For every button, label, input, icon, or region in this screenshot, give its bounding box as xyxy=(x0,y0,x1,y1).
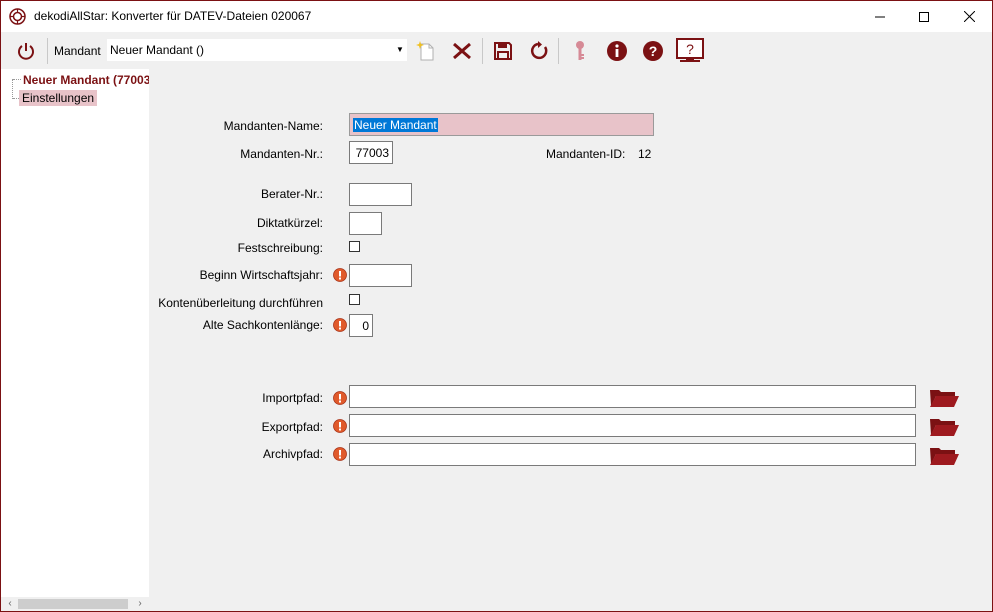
remote-support-icon: ? xyxy=(676,38,704,62)
toolbar-separator xyxy=(558,38,559,64)
sachkontenlaenge-input[interactable]: 0 xyxy=(349,314,373,337)
mandanten-id-value: 12 xyxy=(638,147,652,161)
delete-button[interactable] xyxy=(448,37,476,65)
save-icon xyxy=(494,42,512,60)
mandant-select[interactable]: Neuer Mandant () ▼ xyxy=(107,39,407,61)
key-icon xyxy=(576,41,584,60)
mandant-label: Mandant xyxy=(54,44,101,58)
warning-icon xyxy=(333,268,347,282)
mandanten-name-input[interactable]: Neuer Mandant xyxy=(349,113,654,136)
app-logo-icon xyxy=(9,8,26,25)
tree-node-einstellungen[interactable]: Einstellungen xyxy=(19,90,98,106)
maximize-icon xyxy=(919,11,929,22)
mandanten-nr-label: Mandanten-Nr.: xyxy=(240,147,323,161)
folder-open-icon[interactable] xyxy=(929,386,959,408)
info-icon xyxy=(607,41,627,61)
archivpfad-label: Archivpfad: xyxy=(262,447,323,461)
beginn-wirtschaftsjahr-label: Beginn Wirtschaftsjahr: xyxy=(199,268,323,282)
close-icon xyxy=(963,11,975,22)
delete-icon xyxy=(453,42,471,60)
remote-support-button[interactable]: ? xyxy=(674,37,706,65)
dropdown-arrow-icon[interactable]: ▼ xyxy=(395,45,405,55)
sachkontenlaenge-label: Alte Sachkontenlänge: xyxy=(202,318,323,332)
archivpfad-input[interactable] xyxy=(349,443,916,466)
new-mandant-button[interactable] xyxy=(412,37,440,65)
scrollbar-thumb[interactable] xyxy=(18,599,128,609)
refresh-button[interactable] xyxy=(526,37,554,65)
mandant-tree: Neuer Mandant (77003) Einstellungen ‹ › xyxy=(1,69,149,611)
license-key-button[interactable] xyxy=(566,37,594,65)
info-button[interactable] xyxy=(603,37,631,65)
mandant-select-value: Neuer Mandant () xyxy=(110,43,205,57)
refresh-icon xyxy=(530,41,548,60)
warning-icon xyxy=(333,318,347,332)
mandanten-name-label: Mandanten-Name: xyxy=(223,119,323,133)
kontenueberleitung-label: Kontenüberleitung durchführen xyxy=(158,296,323,310)
toolbar-separator xyxy=(47,38,48,64)
window-title: dekodiAllStar: Konverter für DATEV-Datei… xyxy=(34,9,312,23)
tree-connector xyxy=(12,79,13,99)
berater-nr-input[interactable] xyxy=(349,183,412,206)
berater-nr-label: Berater-Nr.: xyxy=(260,187,323,201)
mandanten-name-value: Neuer Mandant xyxy=(353,118,438,132)
mandanten-id-label: Mandanten-ID: xyxy=(546,147,626,161)
svg-text:?: ? xyxy=(649,43,658,59)
scroll-right-icon[interactable]: › xyxy=(133,597,147,611)
app-window: dekodiAllStar: Konverter für DATEV-Datei… xyxy=(0,0,993,612)
exportpfad-label: Exportpfad: xyxy=(261,420,323,434)
diktatkuerzel-input[interactable] xyxy=(349,212,382,235)
beginn-wirtschaftsjahr-input[interactable] xyxy=(349,264,412,287)
tree-horizontal-scrollbar[interactable]: ‹ › xyxy=(1,597,149,611)
festschreibung-checkbox[interactable] xyxy=(349,241,360,252)
power-button[interactable] xyxy=(12,37,40,65)
warning-icon xyxy=(333,419,347,433)
warning-icon xyxy=(333,391,347,405)
exportpfad-input[interactable] xyxy=(349,414,916,437)
mandanten-nr-input[interactable]: 77003 xyxy=(349,141,393,164)
scroll-left-icon[interactable]: ‹ xyxy=(3,597,17,611)
title-bar: dekodiAllStar: Konverter für DATEV-Datei… xyxy=(1,1,992,32)
folder-open-icon[interactable] xyxy=(929,415,959,437)
close-button[interactable] xyxy=(946,1,992,32)
help-button[interactable]: ? xyxy=(639,37,667,65)
minimize-button[interactable] xyxy=(857,1,903,32)
tree-node-mandant[interactable]: Neuer Mandant (77003) xyxy=(23,73,149,87)
minimize-icon xyxy=(875,16,885,17)
help-icon: ? xyxy=(643,41,663,61)
new-document-icon xyxy=(416,41,434,61)
folder-open-icon[interactable] xyxy=(929,444,959,466)
power-icon xyxy=(18,43,34,60)
diktatkuerzel-label: Diktatkürzel: xyxy=(256,216,323,230)
warning-icon xyxy=(333,447,347,461)
toolbar: Mandant Neuer Mandant () ▼ ? ? xyxy=(1,32,992,69)
tree-connector xyxy=(13,79,21,80)
toolbar-separator xyxy=(482,38,483,64)
svg-text:?: ? xyxy=(686,41,694,57)
importpfad-input[interactable] xyxy=(349,385,916,408)
save-button[interactable] xyxy=(489,37,517,65)
maximize-button[interactable] xyxy=(901,1,947,32)
settings-form: Mandanten-Name: Neuer Mandant Mandanten-… xyxy=(149,69,992,611)
festschreibung-label: Festschreibung: xyxy=(237,241,323,255)
kontenueberleitung-checkbox[interactable] xyxy=(349,294,360,305)
importpfad-label: Importpfad: xyxy=(262,391,323,405)
